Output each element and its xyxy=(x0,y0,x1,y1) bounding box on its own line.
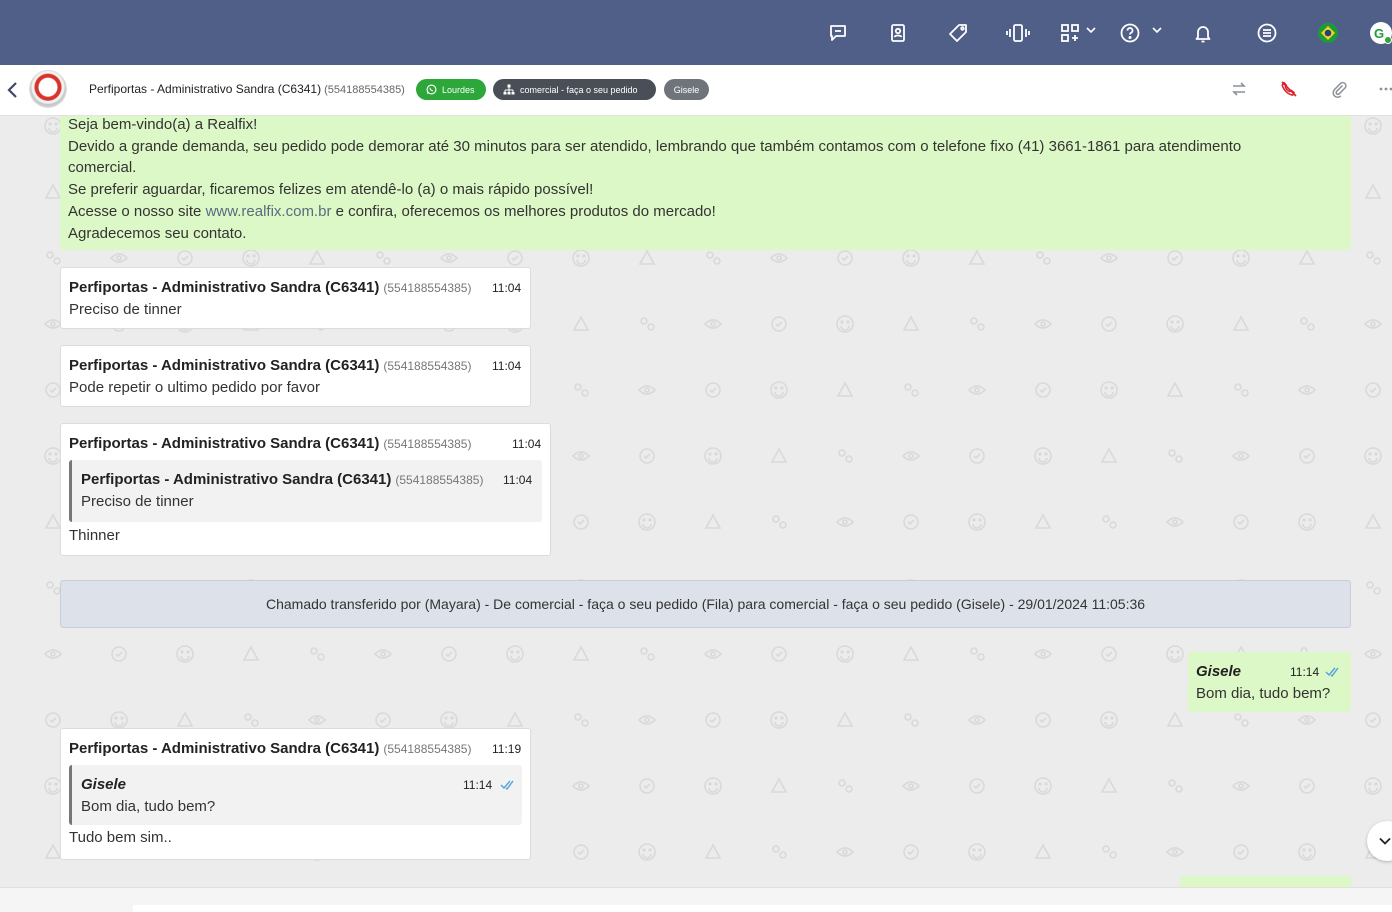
outgoing-message-partial[interactable] xyxy=(1180,876,1351,887)
contact-title: Perfiportas - Administrativo Sandra (C63… xyxy=(89,82,405,96)
message-sender: Perfiportas - Administrativo Sandra (C63… xyxy=(69,435,471,452)
message-time: 11:19 xyxy=(492,742,522,756)
quoted-message[interactable]: Gisele 11:14 Bom dia, tudo bem? xyxy=(69,765,522,825)
sitemap-icon xyxy=(503,84,515,95)
quoted-sender: Gisele xyxy=(81,776,126,793)
apps-chevron-down-icon[interactable] xyxy=(1086,26,1096,34)
chat-area[interactable]: Seja bem-vindo(a) a Realfix! Devido a gr… xyxy=(0,116,1392,887)
help-icon[interactable] xyxy=(1117,20,1143,46)
agent-tag[interactable]: Gisele xyxy=(664,79,709,100)
vibrate-icon[interactable] xyxy=(1005,20,1031,46)
message-text: Bom dia, tudo bem? xyxy=(1196,685,1331,702)
bell-icon[interactable] xyxy=(1190,20,1216,46)
user-avatar-icon[interactable]: G xyxy=(1368,20,1392,46)
attach-icon[interactable] xyxy=(1330,80,1348,98)
welcome-line-6: Agradecemos seu contato. xyxy=(68,224,247,242)
quoted-sender-name: Gisele xyxy=(81,776,127,793)
more-options-icon[interactable] xyxy=(1378,80,1392,98)
whatsapp-connection-tag[interactable]: Lourdes xyxy=(416,79,486,100)
contact-name: Perfiportas - Administrativo Sandra (C63… xyxy=(89,82,322,96)
tag-icon[interactable] xyxy=(945,20,971,46)
system-transfer-notice: Chamado transferido por (Mayara) - De co… xyxy=(60,580,1351,628)
message-sender: Perfiportas - Administrativo Sandra (C63… xyxy=(69,279,471,296)
sender-phone: (554188554385) xyxy=(383,742,472,756)
welcome-line-5-pre: Acesse o nosso site xyxy=(68,202,206,220)
sender-name: Perfiportas - Administrativo Sandra (C63… xyxy=(69,279,380,296)
contact-phone: (554188554385) xyxy=(324,84,405,96)
transfer-icon[interactable] xyxy=(1230,80,1248,98)
chevron-down-icon xyxy=(1379,837,1391,845)
contacts-book-icon[interactable] xyxy=(885,20,911,46)
read-ticks-icon xyxy=(500,780,514,790)
menu-list-icon[interactable] xyxy=(1254,20,1280,46)
queue-tag-label: comercial - faça o seu pedido xyxy=(520,84,638,95)
message-text: Tudo bem sim.. xyxy=(69,829,172,846)
back-arrow-icon[interactable] xyxy=(6,80,20,100)
sender-phone: (554188554385) xyxy=(383,359,472,373)
website-link[interactable]: www.realfix.com.br xyxy=(206,203,332,220)
message-time: 11:04 xyxy=(512,437,542,451)
incoming-message-reply[interactable]: Perfiportas - Administrativo Sandra (C63… xyxy=(60,728,531,860)
welcome-message: Seja bem-vindo(a) a Realfix! Devido a gr… xyxy=(60,116,1351,250)
message-time: 11:14 xyxy=(1290,665,1320,679)
chat-bubble-icon[interactable] xyxy=(825,20,851,46)
sender-name: Perfiportas - Administrativo Sandra (C63… xyxy=(69,357,380,374)
quoted-sender: Perfiportas - Administrativo Sandra (C63… xyxy=(81,471,483,488)
message-sender: Perfiportas - Administrativo Sandra (C63… xyxy=(69,357,471,374)
svg-text:G: G xyxy=(1374,26,1384,41)
composer-footer xyxy=(0,887,1392,912)
welcome-line-3: comercial. xyxy=(68,159,137,177)
read-ticks-icon xyxy=(1325,667,1339,677)
quoted-text: Bom dia, tudo bem? xyxy=(81,798,216,815)
message-sender: Perfiportas - Administrativo Sandra (C63… xyxy=(69,740,471,757)
incoming-message-reply[interactable]: Perfiportas - Administrativo Sandra (C63… xyxy=(60,423,551,556)
app-topbar: G xyxy=(0,0,1392,65)
outgoing-message[interactable]: Gisele 11:14 Bom dia, tudo bem? xyxy=(1188,652,1351,712)
welcome-line-1: Seja bem-vindo(a) a Realfix! xyxy=(68,116,258,133)
message-text: Thinner xyxy=(69,527,120,544)
welcome-line-5-post: e confira, oferecemos os melhores produt… xyxy=(331,202,716,220)
message-text: Pode repetir o ultimo pedido por favor xyxy=(69,379,320,396)
quoted-time: 11:14 xyxy=(463,778,493,792)
quoted-time: 11:04 xyxy=(503,473,533,487)
quoted-text: Preciso de tinner xyxy=(81,493,194,510)
quoted-message[interactable]: Perfiportas - Administrativo Sandra (C63… xyxy=(69,460,542,522)
brazil-flag-icon[interactable] xyxy=(1315,20,1341,46)
message-time: 11:04 xyxy=(492,359,522,373)
incoming-message[interactable]: Perfiportas - Administrativo Sandra (C63… xyxy=(60,267,531,329)
sender-phone: (554188554385) xyxy=(383,437,472,451)
message-time: 11:04 xyxy=(492,281,522,295)
contact-avatar[interactable] xyxy=(30,71,66,107)
end-call-icon[interactable] xyxy=(1280,80,1298,98)
quoted-sender-name: Perfiportas - Administrativo Sandra (C63… xyxy=(81,471,392,488)
sender-phone: (554188554385) xyxy=(383,281,472,295)
apps-grid-icon[interactable] xyxy=(1057,20,1083,46)
help-chevron-down-icon[interactable] xyxy=(1152,26,1162,34)
conversation-header: Perfiportas - Administrativo Sandra (C63… xyxy=(0,65,1392,116)
welcome-line-5: Acesse o nosso site www.realfix.com.br e… xyxy=(68,201,1343,223)
incoming-message[interactable]: Perfiportas - Administrativo Sandra (C63… xyxy=(60,345,531,407)
welcome-line-4: Se preferir aguardar, ficaremos felizes … xyxy=(68,181,594,199)
message-text: Preciso de tinner xyxy=(69,301,182,318)
message-sender: Gisele xyxy=(1196,663,1242,680)
welcome-line-2: Devido a grande demanda, seu pedido pode… xyxy=(68,137,1242,155)
sender-name: Perfiportas - Administrativo Sandra (C63… xyxy=(69,740,380,757)
whatsapp-tag-label: Lourdes xyxy=(442,84,475,95)
queue-tag[interactable]: comercial - faça o seu pedido xyxy=(493,79,656,100)
quoted-sender-phone: (554188554385) xyxy=(395,473,484,487)
agent-tag-label: Gisele xyxy=(673,84,700,95)
whatsapp-icon xyxy=(426,84,437,95)
sender-name: Perfiportas - Administrativo Sandra (C63… xyxy=(69,435,380,452)
